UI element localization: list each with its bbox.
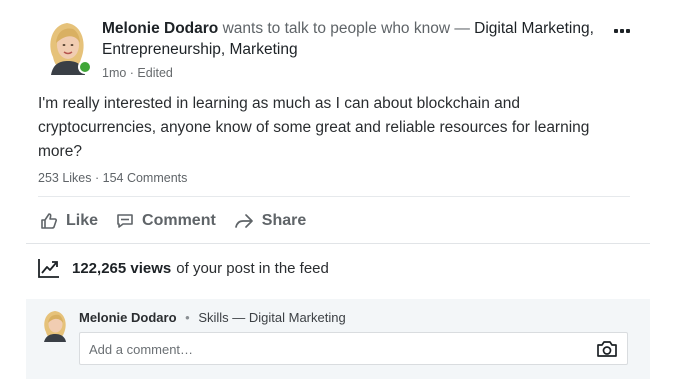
like-button[interactable]: Like [40,212,98,230]
comment-area: Melonie Dodaro • Skills — Digital Market… [26,299,650,379]
post-actions: Like Comment Share [40,209,324,233]
more-icon[interactable] [614,20,636,33]
share-arrow-icon [234,214,253,228]
share-button[interactable]: Share [234,212,306,230]
headline-dash: — [454,20,470,37]
comment-button[interactable]: Comment [116,212,216,230]
thumbs-up-icon [41,213,57,229]
views-suffix: of your post in the feed [176,259,329,277]
commenter-skills: Skills — Digital Marketing [198,310,346,325]
commenter-name: Melonie Dodaro [79,310,177,325]
commenter-avatar [44,311,66,342]
views-count: 122,265 views [72,259,172,277]
bullet-separator: • [185,310,190,325]
post-body: I'm really interested in learning as muc… [38,95,590,160]
post-headline: Melonie Dodaro wants to talk to people w… [102,18,632,60]
headline-connector: wants to talk to people who know [222,20,451,37]
divider [38,196,630,197]
post-meta: 1mo · Edited [102,66,173,80]
post-views-row[interactable]: 122,265 views of your post in the feed [38,258,329,278]
comment-input[interactable]: Add a comment… [79,332,628,365]
comment-icon [117,214,133,228]
share-label: Share [261,212,307,229]
feed-post-card: Melonie Dodaro wants to talk to people w… [26,0,650,391]
social-counts[interactable]: 253 Likes · 154 Comments [38,171,187,185]
trending-chart-icon [38,259,59,278]
camera-icon[interactable] [596,339,618,359]
author-name[interactable]: Melonie Dodaro [102,20,218,37]
online-status-dot [78,60,92,74]
divider [26,243,650,244]
comment-placeholder: Add a comment… [89,342,194,357]
commenter-info: Melonie Dodaro • Skills — Digital Market… [79,310,346,325]
comment-label: Comment [142,212,216,229]
like-label: Like [66,212,99,229]
